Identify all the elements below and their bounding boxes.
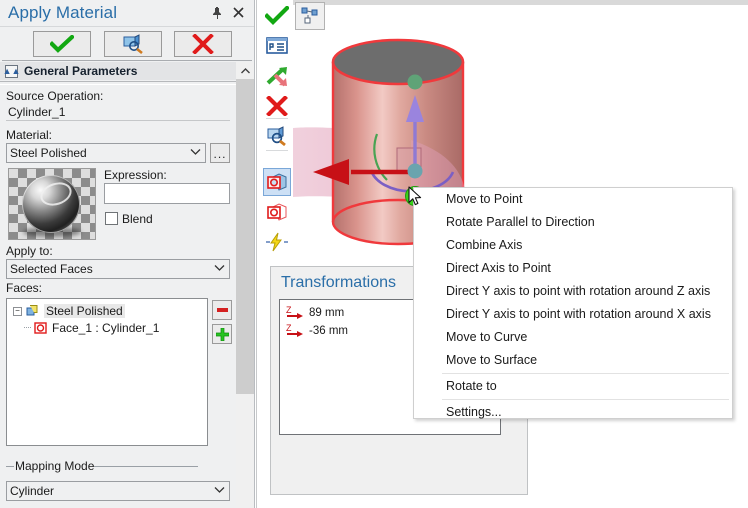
menu-item-rotate-to[interactable]: Rotate to xyxy=(414,375,732,398)
apply-check-icon[interactable] xyxy=(263,2,291,30)
delete-x-icon[interactable] xyxy=(263,92,291,120)
tree-child-label: Face_1 : Cylinder_1 xyxy=(52,321,160,335)
scrollbar-thumb[interactable] xyxy=(236,79,254,394)
mapping-mode-value: Cylinder xyxy=(10,484,55,498)
toolbar-separator xyxy=(266,150,288,151)
panel-scrollbar[interactable] xyxy=(236,62,254,508)
menu-item-rotate-parallel-to-direction[interactable]: Rotate Parallel to Direction xyxy=(414,211,732,234)
menu-item-combine-axis[interactable]: Combine Axis xyxy=(414,234,732,257)
tree-connector xyxy=(24,327,31,329)
mapping-mode-group-line xyxy=(6,466,231,467)
preview-magnifier-icon[interactable] xyxy=(263,122,291,150)
blend-label: Blend xyxy=(122,212,153,226)
menu-separator xyxy=(442,373,729,374)
material-node-icon xyxy=(25,304,40,318)
transformation-value: 89 mm xyxy=(309,307,345,319)
cube-selected-icon[interactable] xyxy=(263,168,291,196)
chevron-up-icon: ▲▲ xyxy=(2,64,21,78)
tree-root-label: Steel Polished xyxy=(44,304,125,318)
group-header-divider xyxy=(0,81,236,85)
faces-tree[interactable]: − Steel Polished Face_1 : Cylinder_1 xyxy=(6,298,208,446)
source-operation-label: Source Operation: xyxy=(6,89,104,103)
z-translate-icon: Z xyxy=(285,305,305,321)
toolbar-separator xyxy=(266,118,288,119)
z-translate-icon: Z xyxy=(285,323,305,339)
menu-item-direct-y-axis-rotation-x[interactable]: Direct Y axis to point with rotation aro… xyxy=(414,303,732,326)
close-icon[interactable] xyxy=(230,6,246,22)
blend-checkbox[interactable] xyxy=(105,212,118,225)
cylinder-top-cap xyxy=(331,38,465,86)
menu-item-direct-y-axis-rotation-z[interactable]: Direct Y axis to point with rotation aro… xyxy=(414,280,732,303)
face-node-icon xyxy=(33,321,48,335)
preview-button[interactable] xyxy=(104,31,162,57)
material-select[interactable]: Steel Polished xyxy=(6,143,206,163)
menu-separator xyxy=(442,399,729,400)
properties-icon[interactable] xyxy=(263,32,291,60)
mapping-mode-select[interactable]: Cylinder xyxy=(6,481,230,501)
panel-title: Apply Material xyxy=(8,3,118,22)
tree-row-root[interactable]: − Steel Polished xyxy=(13,303,125,319)
transformation-value: -36 mm xyxy=(309,325,348,337)
panel-command-bar xyxy=(0,28,254,60)
collapse-minus-icon[interactable]: − xyxy=(13,306,22,316)
ok-button[interactable] xyxy=(33,31,91,57)
material-preview-thumbnail xyxy=(8,168,96,240)
context-menu[interactable]: Move to Point Rotate Parallel to Directi… xyxy=(413,187,733,419)
origin-handle xyxy=(407,163,423,179)
cube-outline-icon[interactable] xyxy=(263,198,291,226)
source-operation-value: Cylinder_1 xyxy=(6,104,230,121)
material-browse-button[interactable]: ... xyxy=(210,143,230,163)
add-face-button[interactable] xyxy=(212,324,232,344)
tree-row-child[interactable]: Face_1 : Cylinder_1 xyxy=(24,320,159,336)
app-window: Apply Material ▲▲ General Parameters Sou… xyxy=(0,0,748,508)
svg-text:Z: Z xyxy=(286,323,292,333)
scroll-up-arrow-icon[interactable] xyxy=(236,62,254,79)
faces-label: Faces: xyxy=(6,281,43,295)
apply-material-panel: Apply Material ▲▲ General Parameters Sou… xyxy=(0,0,255,508)
transformation-item[interactable]: Z -36 mm xyxy=(285,323,348,339)
chevron-down-icon xyxy=(214,264,225,275)
transformations-title: Transformations xyxy=(281,274,396,291)
toolbar-divider xyxy=(256,0,257,508)
expression-label: Expression: xyxy=(104,168,167,182)
transformation-item[interactable]: Z 89 mm xyxy=(285,305,344,321)
svg-text:Z: Z xyxy=(286,305,292,315)
menu-item-move-to-surface[interactable]: Move to Surface xyxy=(414,349,732,372)
swap-arrows-icon[interactable] xyxy=(263,62,291,90)
z-axis-endpoint-handle xyxy=(407,74,423,90)
remove-face-button[interactable] xyxy=(212,300,232,320)
chevron-down-icon xyxy=(190,148,201,159)
menu-item-direct-axis-to-point[interactable]: Direct Axis to Point xyxy=(414,257,732,280)
menu-item-move-to-curve[interactable]: Move to Curve xyxy=(414,326,732,349)
apply-to-label: Apply to: xyxy=(6,244,53,258)
panel-title-divider xyxy=(0,26,254,27)
apply-to-select[interactable]: Selected Faces xyxy=(6,259,230,279)
general-parameters-label: General Parameters xyxy=(24,64,138,78)
chevron-down-icon xyxy=(214,486,225,497)
apply-to-value: Selected Faces xyxy=(10,262,93,276)
cancel-button[interactable] xyxy=(174,31,232,57)
general-parameters-header[interactable]: ▲▲ General Parameters xyxy=(0,62,236,80)
menu-item-move-to-point[interactable]: Move to Point xyxy=(414,188,732,211)
pin-icon[interactable] xyxy=(209,6,225,22)
lightning-icon[interactable] xyxy=(263,228,291,256)
expression-input[interactable] xyxy=(104,183,230,204)
material-label: Material: xyxy=(6,128,53,142)
material-value: Steel Polished xyxy=(10,146,87,160)
menu-item-settings[interactable]: Settings... xyxy=(414,401,732,424)
